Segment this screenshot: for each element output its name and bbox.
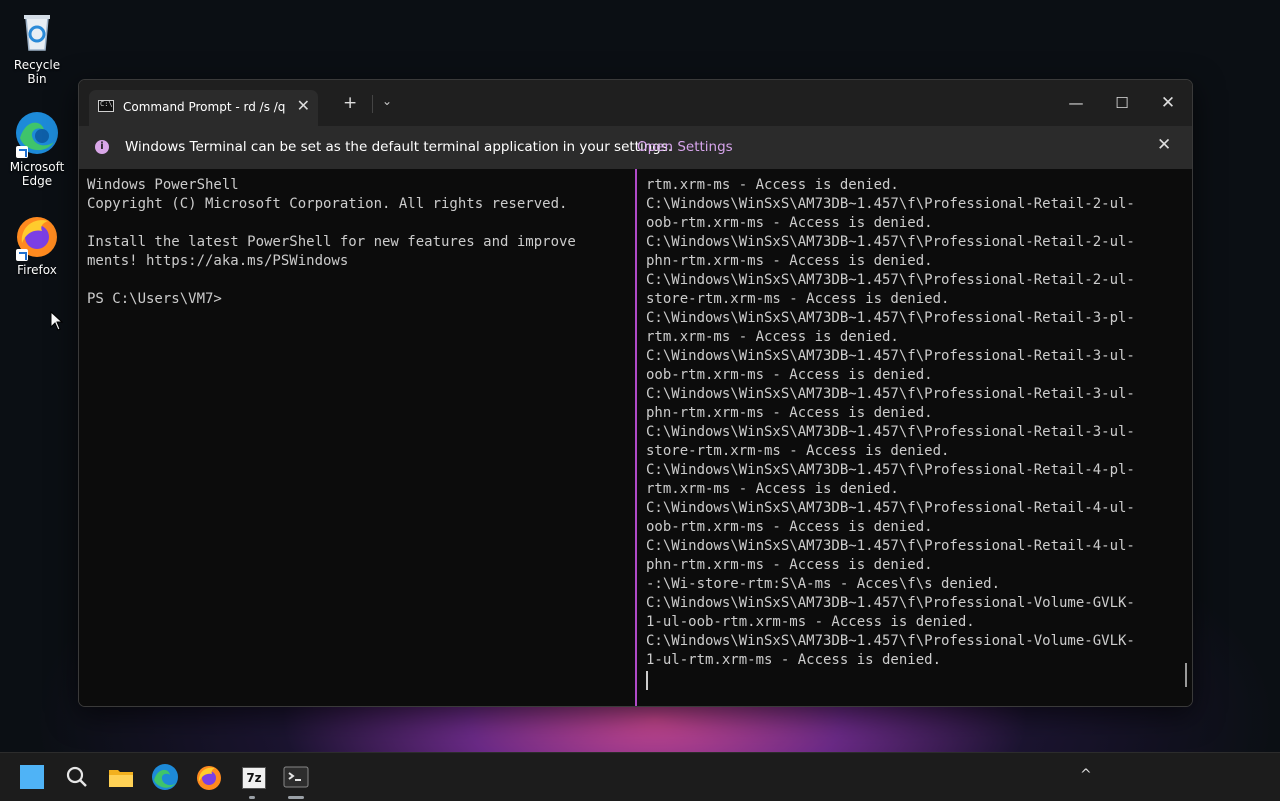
terminal-output-left: Windows PowerShell Copyright (C) Microso… xyxy=(87,177,576,307)
shortcut-arrow-icon xyxy=(16,249,28,261)
open-settings-link[interactable]: Open Settings xyxy=(637,139,733,155)
desktop-icon-firefox[interactable]: Firefox xyxy=(4,213,70,277)
desktop-icon-label: Recycle Bin xyxy=(13,58,61,86)
info-icon: i xyxy=(95,140,109,154)
minimize-button[interactable]: — xyxy=(1053,88,1099,118)
firefox-icon xyxy=(197,766,221,790)
edge-icon xyxy=(14,110,60,158)
terminal-icon xyxy=(283,766,309,788)
recycle-bin-icon xyxy=(14,8,60,54)
desktop-icon-label: Microsoft Edge xyxy=(9,160,65,188)
active-indicator xyxy=(288,796,304,799)
file-explorer-icon xyxy=(109,770,133,787)
tab-close-icon[interactable]: ✕ xyxy=(297,96,310,115)
taskbar-7zip[interactable]: 7z xyxy=(237,761,269,793)
shortcut-arrow-icon xyxy=(16,146,28,158)
terminal-pane-right[interactable]: rtm.xrm-ms - Access is denied. C:\Window… xyxy=(638,169,1192,706)
info-message: Windows Terminal can be set as the defau… xyxy=(125,139,673,155)
info-bar: i Windows Terminal can be set as the def… xyxy=(79,126,1192,169)
terminal-pane-left[interactable]: Windows PowerShell Copyright (C) Microso… xyxy=(79,169,635,706)
tab-command-prompt[interactable]: Command Prompt - rd /s /q C ✕ xyxy=(89,90,318,126)
cmd-icon xyxy=(98,100,114,112)
terminal-window: Command Prompt - rd /s /q C ✕ + ⌄ — ☐ ✕ … xyxy=(78,79,1193,707)
7zip-label: 7z xyxy=(246,771,262,785)
chevron-down-icon[interactable]: ⌄ xyxy=(382,94,392,108)
maximize-button[interactable]: ☐ xyxy=(1099,88,1145,118)
start-button[interactable] xyxy=(16,761,48,793)
start-icon xyxy=(20,765,44,789)
desktop-icon-recycle-bin[interactable]: Recycle Bin xyxy=(4,8,70,86)
firefox-icon xyxy=(14,213,60,261)
text-cursor xyxy=(646,671,648,690)
title-bar: Command Prompt - rd /s /q C ✕ + ⌄ — ☐ ✕ xyxy=(79,80,1192,126)
close-button[interactable]: ✕ xyxy=(1145,88,1191,118)
taskbar-search-button[interactable] xyxy=(61,761,93,793)
terminal-output-right: rtm.xrm-ms - Access is denied. C:\Window… xyxy=(646,177,1135,668)
taskbar-firefox[interactable] xyxy=(193,761,225,793)
taskbar: 7z ^ xyxy=(0,752,1280,801)
info-close-icon[interactable]: ✕ xyxy=(1157,135,1171,155)
edge-icon xyxy=(152,764,178,790)
desktop-icon-edge[interactable]: Microsoft Edge xyxy=(4,110,70,188)
new-tab-button[interactable]: + xyxy=(343,93,357,113)
search-icon xyxy=(66,766,87,787)
pane-divider[interactable] xyxy=(635,169,637,706)
tab-title: Command Prompt - rd /s /q C xyxy=(123,100,288,114)
taskbar-edge[interactable] xyxy=(149,761,181,793)
taskbar-file-explorer[interactable] xyxy=(105,761,137,793)
scrollbar[interactable] xyxy=(1185,663,1187,687)
taskbar-terminal[interactable] xyxy=(280,761,312,793)
mouse-cursor-icon xyxy=(50,311,64,331)
7zip-icon: 7z xyxy=(242,767,266,789)
desktop-icon-label: Firefox xyxy=(17,263,57,277)
tab-separator xyxy=(372,95,373,113)
running-indicator xyxy=(249,796,255,799)
tray-chevron-up-icon[interactable]: ^ xyxy=(1080,767,1092,783)
